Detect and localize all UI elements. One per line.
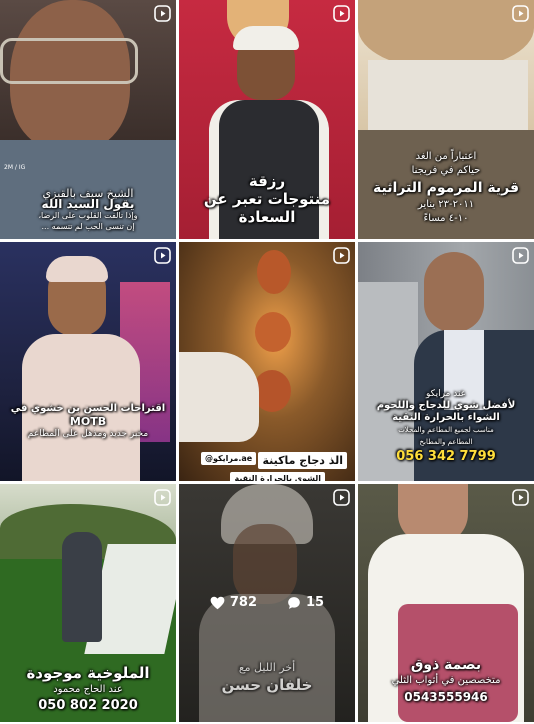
tile-7-line-2: عند الحاج محمود [53, 684, 123, 695]
tile-7-line-1: الملوخية موجودة [26, 664, 150, 682]
tile-5-arm [179, 352, 259, 442]
tile-3-line-3: قرية المرموم التراثية [373, 180, 519, 196]
comments-stat: 15 [287, 595, 324, 610]
tile-8-stats: 782 15 [179, 595, 355, 610]
tile-5-headline: الذ دجاج ماكينة [258, 452, 347, 469]
tile-8-caption: أخر الليل مع خلفان حسن [185, 660, 349, 695]
reels-grid: 2M / IG الشيخ سيف بالقيزي يقول السيد الل… [0, 0, 534, 724]
comments-count: 15 [306, 595, 325, 610]
tile-1-caption: الشيخ سيف بالقيزي يقول السيد الله وإذا ت… [6, 188, 170, 232]
tile-9-line-1: بصمة ذوق [410, 657, 482, 673]
tile-1-line-3: وإذا تالفت القلوب على الرضا، [38, 211, 138, 220]
tile-2-ghutra [233, 26, 299, 50]
reels-icon [512, 489, 529, 506]
tile-9-phone: 0543555946 [404, 690, 488, 704]
tile-3-line-1: اعتباراً من الغد [415, 151, 477, 162]
tile-6-line-4: مناسب لجميع المطاعم والمحلات [398, 426, 494, 434]
tile-1-line-2: يقول السيد الله [41, 197, 135, 211]
tile-6-phone: 056 342 7799 [396, 449, 496, 464]
tile-1-glasses [0, 38, 138, 84]
tile-8-line-1: أخر الليل مع [238, 661, 296, 674]
tile-5-chicken-1 [257, 250, 291, 294]
tile-4-line-3: مخبز جديد ومذهل على المطاعم [27, 429, 149, 439]
reels-icon [333, 5, 350, 22]
reel-tile-5[interactable]: @مرايكو.ae الذ دجاج ماكينة الشوي بالحرار… [179, 242, 355, 481]
likes-count: 782 [229, 595, 258, 610]
tile-9-caption: بصمة ذوق متخصصين في أثواب الثلي 05435559… [364, 656, 528, 706]
comment-icon [288, 596, 300, 609]
reel-tile-9[interactable]: بصمة ذوق متخصصين في أثواب الثلي 05435559… [358, 484, 534, 722]
reels-icon [512, 247, 529, 264]
tile-2-line-1: رزقة [248, 172, 286, 190]
tile-6-caption: عند مرايكو لأفضل شوي للدجاج واللحوم الشو… [364, 388, 528, 466]
reels-icon [333, 489, 350, 506]
tile-6-line-1: عند مرايكو [425, 389, 467, 399]
tile-7-caption: الملوخية موجودة عند الحاج محمود 050 802 … [6, 664, 170, 715]
tile-4-caption: اقتراحات الحسن بن خشوي في MOTB مخبز جديد… [6, 402, 170, 441]
heart-icon [210, 596, 225, 609]
reel-tile-8[interactable]: 782 15 أخر الليل مع خلفان حسن [179, 484, 355, 722]
tile-5-tag: @مرايكو.ae [201, 452, 257, 465]
reel-tile-2[interactable]: رزقة منتوجات تعبر عن السعادة [179, 0, 355, 239]
tile-2-line-2: منتوجات تعبر عن [203, 190, 331, 208]
reel-tile-3[interactable]: اعتباراً من الغد حياكم في فريجنا قرية ال… [358, 0, 534, 239]
reels-icon [154, 489, 171, 506]
tile-7-phone: 050 802 2020 [38, 698, 138, 713]
tile-3-tent [368, 60, 528, 130]
tile-2-line-3: السعادة [238, 208, 296, 226]
tile-6-line-2: لأفضل شوي للدجاج واللحوم [376, 400, 516, 411]
tile-1-line-4: إن تنسى الحب لم تتسمه ... [41, 222, 135, 231]
reel-tile-6[interactable]: عند مرايكو لأفضل شوي للدجاج واللحوم الشو… [358, 242, 534, 481]
tile-7-farmer [62, 532, 102, 642]
reel-tile-1[interactable]: 2M / IG الشيخ سيف بالقيزي يقول السيد الل… [0, 0, 176, 239]
tile-8-face [233, 524, 297, 604]
tile-8-cloth [199, 594, 335, 722]
reel-tile-4[interactable]: اقتراحات الحسن بن خشوي في MOTB مخبز جديد… [0, 242, 176, 481]
tile-8-line-2: خلفان حسن [221, 676, 313, 694]
reels-icon [512, 5, 529, 22]
reels-icon [333, 247, 350, 264]
reels-icon [154, 5, 171, 22]
reel-tile-7[interactable]: الملوخية موجودة عند الحاج محمود 050 802 … [0, 484, 176, 722]
tile-3-caption: اعتباراً من الغد حياكم في فريجنا قرية ال… [364, 150, 528, 226]
tile-1-watermark: 2M / IG [4, 164, 26, 171]
tile-4-line-2: MOTB [69, 415, 107, 428]
tile-2-caption: رزقة منتوجات تعبر عن السعادة [185, 172, 349, 226]
tile-5-subline: الشوي بالحرارة النقية [230, 472, 325, 481]
tile-5-chicken-2 [255, 312, 291, 352]
tile-4-line-1: اقتراحات الحسن بن خشوي في [10, 403, 166, 414]
tile-3-line-2: حياكم في فريجنا [411, 165, 481, 176]
tile-6-line-3: الشواء بالحرارة النقية [392, 412, 500, 423]
tile-4-turban [46, 256, 108, 282]
reels-icon [154, 247, 171, 264]
likes-stat: 782 [210, 595, 257, 610]
tile-6-head [424, 252, 484, 332]
tile-3-line-4: ٢٠١١-٢٣ يناير [417, 199, 475, 210]
tile-3-line-5: ١٠-٤ مساءً [423, 213, 469, 224]
tile-9-line-2: متخصصين في أثواب الثلي [391, 675, 501, 686]
tile-6-line-5: المطاعم والمطابخ [419, 438, 473, 446]
